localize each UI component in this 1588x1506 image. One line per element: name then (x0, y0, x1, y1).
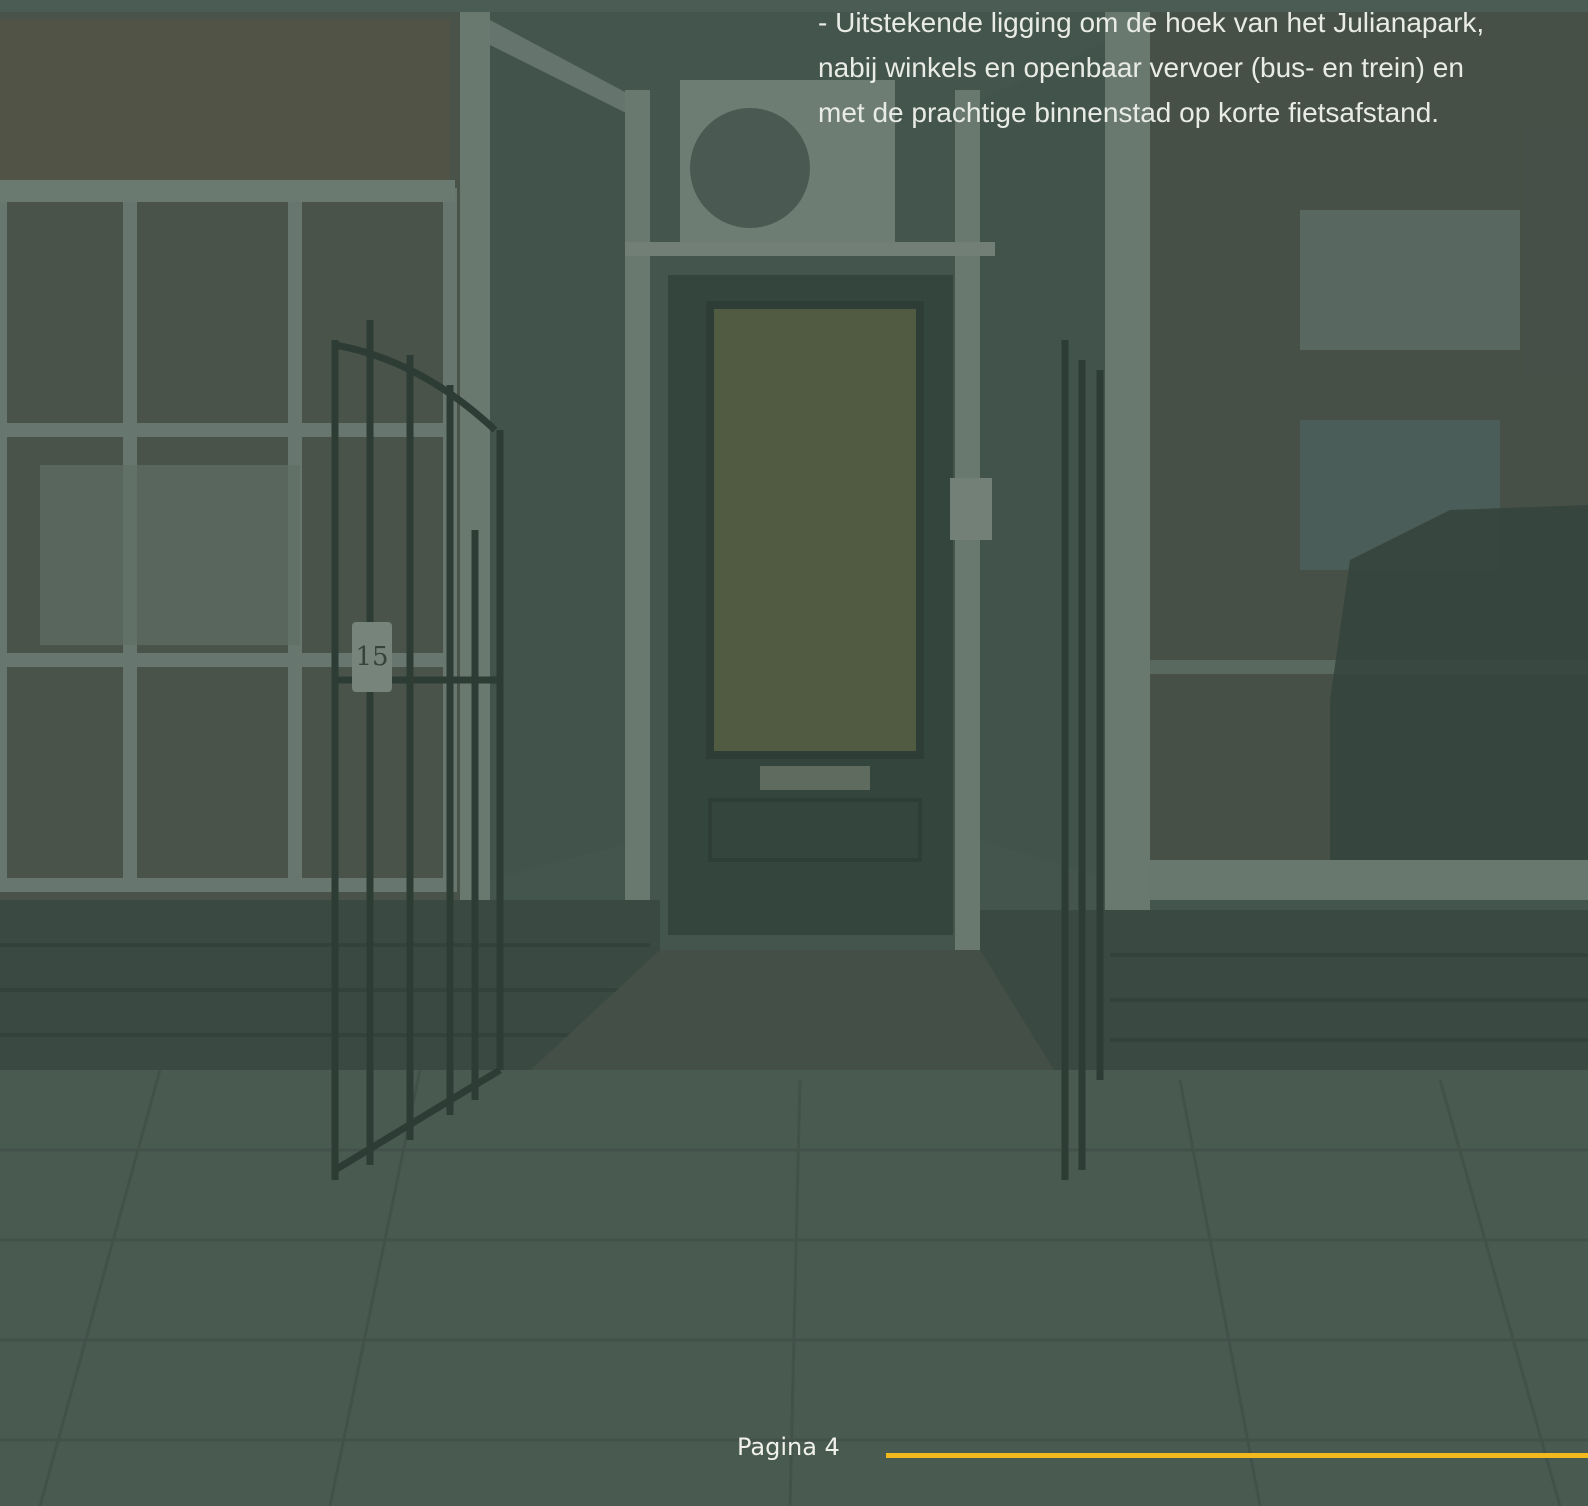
accent-rule (886, 1453, 1588, 1458)
location-description: - Uitstekende ligging om de hoek van het… (818, 7, 1485, 128)
dark-overlay (0, 0, 1588, 1506)
page-number: Pagina 4 (737, 1433, 840, 1461)
brochure-page: 15 - Uitstekende ligging om de hoek van … (0, 0, 1588, 1506)
